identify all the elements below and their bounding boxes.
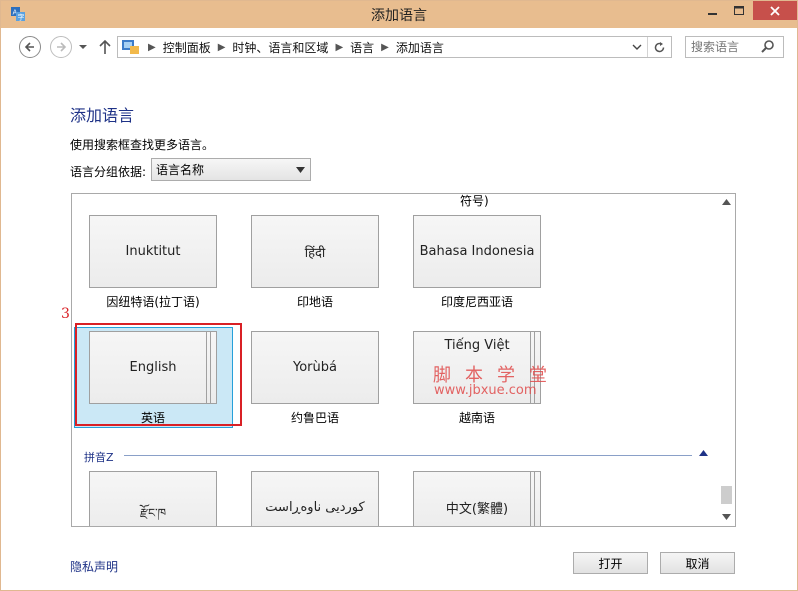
search-icon[interactable] [760,39,776,55]
refresh-icon [654,41,665,52]
collapse-chevron-up-icon[interactable] [699,450,708,456]
tile-native-name: རྫོང་ཁ [139,506,167,520]
language-tile-hindi[interactable]: हिंदी [251,215,379,288]
vertical-scrollbar[interactable] [718,194,735,526]
tile-native-name: كوردیی ناوەڕاست [265,500,365,515]
group-by-value: 语言名称 [156,163,205,177]
cancel-button[interactable]: 取消 [660,552,735,574]
language-tile-yoruba[interactable]: Yorùbá [251,331,379,404]
navigation-bar: ▶ 控制面板 ▶ 时钟、语言和区域 ▶ 语言 ▶ 添加语言 [1,28,797,66]
window-title: 添加语言 [371,8,427,24]
tile-caption: 印地语 [296,295,333,309]
hint-text: 使用搜索框查找更多语言。 [70,138,215,152]
search-box[interactable] [685,36,784,58]
minimize-button[interactable] [700,1,726,20]
close-icon [770,5,780,16]
close-button[interactable] [753,1,797,20]
maximize-icon [734,5,744,15]
arrow-up-icon[interactable] [97,38,113,56]
language-tile-central-kurdish[interactable]: كوردیی ناوەڕاست [251,471,379,526]
tile-native-name: Tiếng Việt [444,338,510,353]
breadcrumb-separator-icon: ▶ [217,41,226,53]
watermark-url: www.jbxue.com [434,383,537,398]
page-title: 添加语言 [70,106,135,125]
scroll-down-icon[interactable] [722,514,731,520]
address-dropdown-chevron-icon[interactable] [631,41,643,53]
group-header-z[interactable]: 拼音Z [84,449,114,465]
forward-button[interactable] [50,36,72,58]
add-language-window: A 字 添加语言 ▶ 控制面板 ▶ 时钟、语言和区域 ▶ 语言 ▶ 添加语言 搜… [0,0,798,591]
chevron-down-icon [296,167,305,173]
breadcrumb: 控制面板 ▶ 时钟、语言和区域 ▶ 语言 ▶ 添加语言 [163,39,444,56]
language-tile-inuktitut[interactable]: Inuktitut [89,215,217,288]
breadcrumb-separator-icon: ▶ [381,41,389,53]
breadcrumb-separator-icon: ▶ [148,41,156,53]
language-tile-chinese-traditional[interactable]: 中文(繁體) [413,471,541,526]
tile-caption: 因纽特语(拉丁语) [106,295,200,309]
scroll-up-icon[interactable] [722,199,731,205]
tile-stack-edge [534,472,535,526]
arrow-right-icon [57,42,67,52]
tile-native-name: 中文(繁體) [445,502,509,517]
minimize-icon [708,12,717,15]
privacy-link[interactable]: 隐私声明 [70,558,118,575]
breadcrumb-separator-icon: ▶ [335,41,344,53]
partial-caption: 符号) [460,194,489,208]
tile-stack-edge [530,472,531,526]
group-by-label: 语言分组依据: [70,165,147,179]
breadcrumb-item-language[interactable]: 语言 [350,39,374,56]
language-tile-indonesian[interactable]: Bahasa Indonesia [413,215,541,288]
title-bar[interactable]: A 字 添加语言 [1,1,797,28]
arrow-left-icon [24,42,34,52]
refresh-button[interactable] [647,37,671,57]
control-panel-icon [122,40,139,54]
tile-caption: 印度尼西亚语 [440,295,513,309]
breadcrumb-item-control-panel[interactable]: 控制面板 [163,39,211,56]
tile-native-name: Bahasa Indonesia [419,244,535,259]
tile-native-name: Yorùbá [293,360,337,375]
breadcrumb-item-clock-language-region[interactable]: 时钟、语言和区域 [232,39,328,56]
address-bar[interactable]: ▶ 控制面板 ▶ 时钟、语言和区域 ▶ 语言 ▶ 添加语言 [117,36,672,58]
language-tile-dzongkha[interactable]: རྫོང་ཁ [89,471,217,526]
tile-caption: 约鲁巴语 [290,411,339,425]
step-marker: 3 [61,306,70,322]
breadcrumb-item-add-language[interactable]: 添加语言 [396,39,444,56]
tile-native-name: Inuktitut [125,244,181,259]
group-divider [124,455,692,456]
maximize-button[interactable] [726,1,752,20]
tile-caption: 越南语 [458,411,495,425]
recent-locations-chevron-icon[interactable] [78,40,88,54]
tile-native-name: हिंदी [304,245,326,261]
group-by-select[interactable]: 语言名称 [151,158,311,181]
highlight-box [75,323,242,426]
search-input[interactable] [686,40,760,54]
open-button[interactable]: 打开 [573,552,648,574]
back-button[interactable] [19,36,41,58]
scrollbar-thumb[interactable] [721,486,732,504]
